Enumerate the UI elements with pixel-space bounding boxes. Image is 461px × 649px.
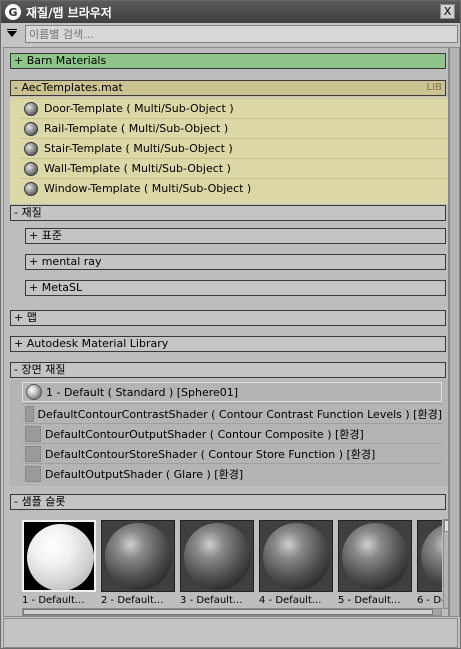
sphere-icon (184, 523, 251, 590)
slot-preview (259, 520, 333, 592)
slot-preview (417, 520, 442, 592)
sphere-icon (342, 523, 409, 590)
sphere-icon (24, 181, 38, 196)
list-item[interactable]: DefaultContourContrastShader ( Contour C… (22, 403, 442, 423)
main-vertical-scrollbar[interactable] (449, 47, 460, 617)
rollout-label: + Autodesk Material Library (14, 337, 169, 350)
material-swatch-icon (25, 465, 41, 482)
slots-horizontal-scrollbar[interactable] (22, 608, 442, 616)
browser-tree: + Barn Materials - AecTemplates.mat LIB … (3, 47, 449, 617)
rollout-materials[interactable]: - 재질 (10, 205, 446, 221)
rollout-sample-slots[interactable]: - 샘플 슬롯 (10, 494, 446, 510)
list-item[interactable]: DefaultContourOutputShader ( Contour Com… (22, 423, 442, 443)
sphere-icon (24, 121, 38, 136)
rollout-label: - 장면 재질 (14, 363, 66, 376)
sphere-icon (105, 523, 172, 590)
sample-slot[interactable]: 4 - Default... (259, 520, 333, 610)
sample-slot[interactable]: 1 - Default... (22, 520, 96, 610)
list-item[interactable]: 1 - Default ( Standard ) [Sphere01] (22, 382, 442, 402)
window-title: 재질/맵 브라우저 (26, 5, 112, 20)
list-item[interactable]: Window-Template ( Multi/Sub-Object ) (20, 178, 448, 198)
sample-slot[interactable]: 2 - Default... (101, 520, 175, 610)
slot-preview (338, 520, 412, 592)
rollout-label: - 재질 (14, 206, 42, 219)
list-item[interactable]: Stair-Template ( Multi/Sub-Object ) (20, 138, 448, 158)
app-logo-icon: G (5, 4, 21, 20)
rollout-label: + 맵 (14, 311, 37, 324)
rollout-mental-ray[interactable]: + mental ray (25, 254, 446, 270)
rollout-aec-templates[interactable]: - AecTemplates.mat LIB (10, 80, 446, 96)
rollout-scene-materials[interactable]: - 장면 재질 (10, 362, 446, 378)
list-item[interactable]: DefaultContourStoreShader ( Contour Stor… (22, 443, 442, 463)
search-row (1, 23, 460, 45)
rollout-autodesk-material-library[interactable]: + Autodesk Material Library (10, 336, 446, 352)
sample-slot[interactable]: 3 - Default... (180, 520, 254, 610)
material-map-browser-window: G 재질/맵 브라우저 X + Barn Materials - AecTemp… (0, 0, 461, 649)
slot-preview (101, 520, 175, 592)
sphere-icon (27, 524, 94, 590)
sphere-icon (26, 384, 42, 400)
scrollbar-thumb[interactable] (23, 609, 433, 615)
status-bar (3, 618, 458, 648)
list-item[interactable]: Door-Template ( Multi/Sub-Object ) (20, 98, 448, 118)
sample-slots: 1 - Default... 2 - Default... 3 - Defaul… (22, 518, 442, 615)
rollout-label: + Barn Materials (14, 54, 107, 67)
rollout-maps[interactable]: + 맵 (10, 310, 446, 326)
material-swatch-icon (25, 445, 41, 462)
lib-tag: LIB (426, 82, 442, 93)
rollout-standard[interactable]: + 표준 (25, 228, 446, 244)
rollout-label: - 샘플 슬롯 (14, 495, 66, 508)
slot-preview (180, 520, 254, 592)
sphere-icon (263, 523, 330, 590)
rollout-label: - AecTemplates.mat (14, 81, 123, 94)
sample-slot[interactable]: 6 - Default... (417, 520, 442, 610)
aec-templates-list: Door-Template ( Multi/Sub-Object ) Rail-… (10, 97, 448, 204)
title-bar[interactable]: G 재질/맵 브라우저 X (1, 1, 460, 23)
close-button[interactable]: X (440, 4, 455, 19)
sphere-icon (24, 141, 38, 156)
rollout-barn-materials[interactable]: + Barn Materials (10, 53, 446, 69)
scene-materials-list: 1 - Default ( Standard ) [Sphere01] Defa… (10, 380, 448, 486)
sphere-icon (24, 101, 38, 116)
list-item[interactable]: Rail-Template ( Multi/Sub-Object ) (20, 118, 448, 138)
triangle-down-icon[interactable] (1, 24, 23, 44)
sphere-icon (24, 161, 38, 176)
slot-preview (22, 520, 96, 592)
list-item[interactable]: DefaultOutputShader ( Glare ) [환경] (22, 463, 442, 483)
material-swatch-icon (25, 425, 41, 442)
rollout-metasl[interactable]: + MetaSL (25, 280, 446, 296)
sample-slot[interactable]: 5 - Default... (338, 520, 412, 610)
search-input[interactable] (25, 25, 458, 43)
list-item[interactable]: Wall-Template ( Multi/Sub-Object ) (20, 158, 448, 178)
sphere-icon (421, 523, 442, 590)
material-swatch-icon (25, 405, 34, 422)
